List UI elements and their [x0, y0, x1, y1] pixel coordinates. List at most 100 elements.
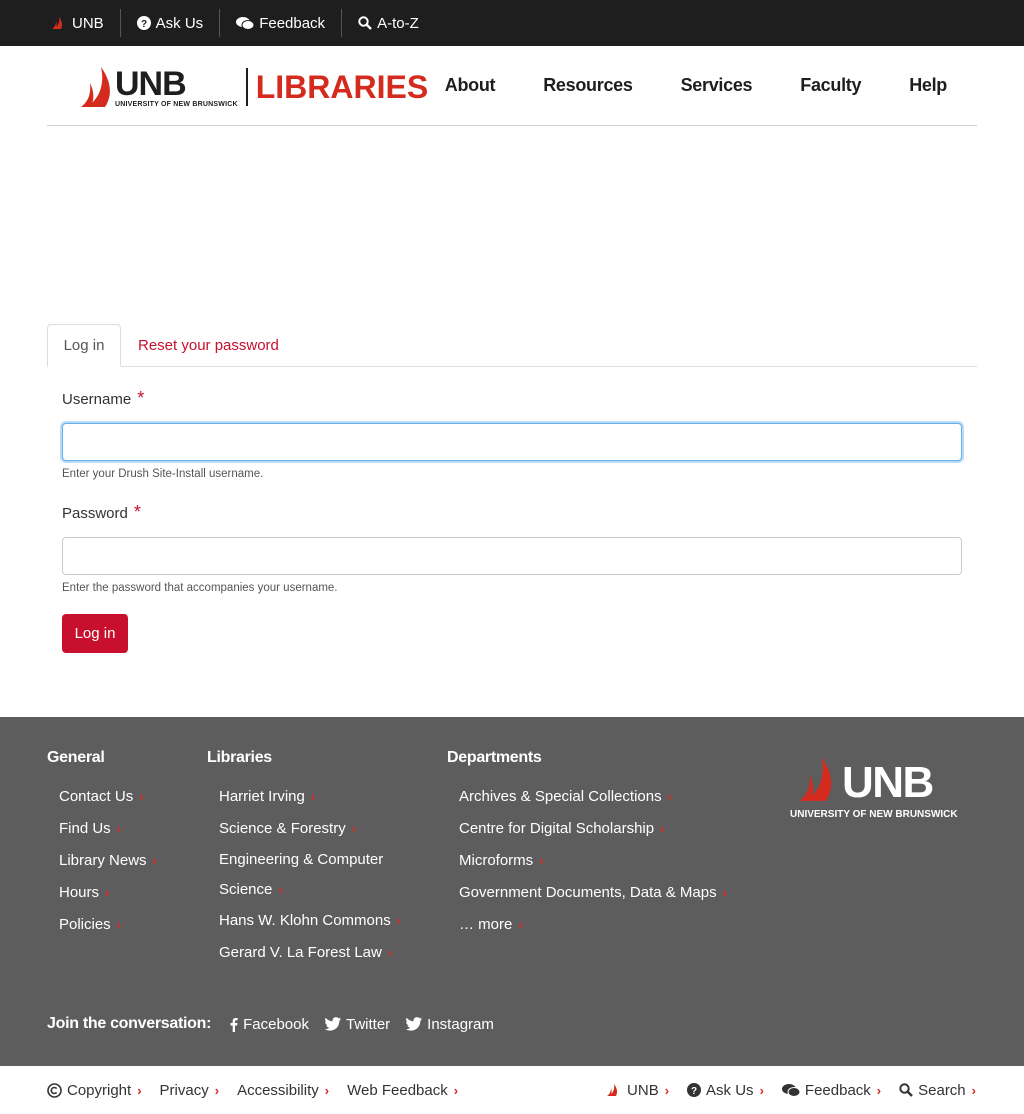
bottom-bar: Copyright › Privacy › Accessibility › Web F… [0, 1066, 1024, 1114]
footer-link-klohn-commons[interactable]: Hans W. Klohn Commons › [207, 905, 407, 937]
chevron-right-icon: › [139, 789, 144, 804]
password-label-text: Password [62, 505, 128, 522]
utility-link-label: Feedback [259, 14, 326, 32]
footer-link-microforms[interactable]: Microforms › [447, 845, 727, 877]
chevron-right-icon: › [876, 1082, 882, 1098]
social-title: Join the conversation: [47, 1015, 212, 1032]
chevron-right-icon: › [722, 885, 727, 900]
chevron-right-icon: › [667, 789, 672, 804]
social-label: Instagram [427, 1015, 494, 1033]
unb-flame-logo-icon [799, 757, 832, 801]
utility-link-feedback[interactable]: Feedback [219, 9, 341, 37]
bottom-link-search[interactable]: Search › [899, 1082, 976, 1099]
social-link-instagram[interactable]: Instagram [406, 1016, 494, 1033]
search-icon [358, 16, 372, 30]
nav-about[interactable]: About [445, 75, 496, 96]
chevron-right-icon: › [518, 917, 523, 932]
bottom-link-web-feedback[interactable]: Web Feedback › [347, 1082, 458, 1099]
footer-link-more[interactable]: … more › [447, 909, 727, 941]
required-marker: * [137, 388, 145, 408]
unb-libraries-logo[interactable]: UNB UNIVERSITY OF NEW BRUNSWICK LIBRARIE… [79, 64, 428, 110]
footer-link-label: Policies [59, 916, 111, 933]
tab-log-in[interactable]: Log in [47, 324, 121, 367]
bottom-link-unb[interactable]: UNB › [606, 1082, 669, 1099]
utility-link-a-to-z[interactable]: A-to-Z [341, 9, 435, 37]
footer-general: General Contact Us › Find Us › Library New… [47, 749, 157, 941]
footer-link-science-forestry[interactable]: Science & Forestry › [207, 813, 407, 845]
chevron-right-icon: › [324, 1082, 330, 1098]
tab-reset-password[interactable]: Reset your password [138, 324, 279, 367]
nav-faculty[interactable]: Faculty [800, 75, 861, 96]
chevron-right-icon: › [278, 882, 283, 897]
log-in-button[interactable]: Log in [62, 614, 128, 653]
footer-link-government-documents[interactable]: Government Documents, Data & Maps › [447, 877, 727, 909]
bottom-link-label: Accessibility [237, 1081, 319, 1099]
utility-links: UNB ? Ask Us Feedback A-to-Z [47, 0, 435, 46]
footer-libraries-title: Libraries [207, 749, 272, 766]
footer-link-label: Hans W. Klohn Commons [219, 912, 391, 929]
chevron-right-icon: › [351, 821, 357, 836]
svg-text:?: ? [141, 19, 147, 30]
bottom-link-privacy[interactable]: Privacy › [160, 1082, 220, 1099]
chevron-right-icon: › [539, 853, 544, 868]
nav-help[interactable]: Help [909, 75, 947, 96]
bottom-link-feedback[interactable]: Feedback › [781, 1082, 882, 1099]
bottom-links-right: UNB › ? Ask Us › Feedback › Search › [588, 1066, 976, 1114]
utility-bar: UNB ? Ask Us Feedback A-to-Z [0, 0, 1024, 46]
footer-link-la-forest-law[interactable]: Gerard V. La Forest Law › [207, 937, 407, 969]
facebook-icon [229, 1017, 238, 1032]
comments-icon [236, 16, 255, 30]
question-circle-icon: ? [136, 16, 151, 30]
unb-flame-icon [606, 1083, 622, 1097]
chevron-right-icon: › [759, 1082, 764, 1098]
bottom-link-copyright[interactable]: Copyright › [47, 1082, 142, 1099]
footer-link-harriet-irving[interactable]: Harriet Irving › [207, 781, 407, 813]
chevron-right-icon: › [396, 913, 402, 928]
chevron-right-icon: › [664, 1082, 670, 1098]
chevron-right-icon: › [214, 1082, 220, 1098]
footer-link-digital-scholarship[interactable]: Centre for Digital Scholarship › [447, 813, 727, 845]
social-link-facebook[interactable]: Facebook [229, 1016, 309, 1033]
chevron-right-icon: › [660, 821, 665, 836]
utility-link-unb[interactable]: UNB [47, 9, 120, 37]
utility-link-ask-us[interactable]: ? Ask Us [119, 9, 220, 37]
utility-link-label: A-to-Z [377, 14, 419, 32]
bottom-link-label: Ask Us [706, 1081, 754, 1099]
footer-link-label: Library News [59, 852, 147, 869]
nav-resources[interactable]: Resources [543, 75, 633, 96]
bottom-link-accessibility[interactable]: Accessibility › [237, 1082, 329, 1099]
instagram-icon [406, 1017, 423, 1031]
copyright-icon [47, 1082, 62, 1098]
footer-link-label: Harriet Irving [219, 788, 305, 805]
footer-link-engineering[interactable]: Engineering & Computer Science › [207, 845, 407, 905]
footer-link-label: Government Documents, Data & Maps [459, 884, 717, 901]
main-nav: About Resources Services Faculty Help [397, 46, 948, 124]
search-icon [899, 1083, 913, 1097]
password-field[interactable] [62, 537, 962, 575]
nav-services[interactable]: Services [681, 75, 753, 96]
chevron-right-icon: › [105, 885, 110, 900]
site-header: UNB UNIVERSITY OF NEW BRUNSWICK LIBRARIE… [47, 46, 977, 126]
logo-divider [245, 68, 248, 106]
bottom-link-label: Web Feedback [347, 1081, 448, 1099]
chevron-right-icon: › [137, 1082, 142, 1098]
username-field[interactable] [62, 423, 962, 461]
footer-link-find-us[interactable]: Find Us › [47, 813, 157, 845]
logo-university-text: UNIVERSITY OF NEW BRUNSWICK [115, 100, 238, 108]
footer-link-hours[interactable]: Hours › [47, 877, 157, 909]
site-footer: General Contact Us › Find Us › Library New… [0, 717, 1024, 1066]
logo-unb-text: UNB [115, 64, 187, 103]
utility-link-label: UNB [72, 14, 104, 32]
bottom-link-ask-us[interactable]: ? Ask Us › [687, 1082, 764, 1099]
bottom-link-label: Copyright [67, 1081, 132, 1099]
footer-link-contact-us[interactable]: Contact Us › [47, 781, 157, 813]
required-marker: * [133, 502, 141, 522]
chevron-right-icon: › [971, 1082, 976, 1098]
footer-unb-logo[interactable]: UNB UNIVERSITY OF NEW BRUNSWICK [790, 757, 958, 820]
footer-link-policies[interactable]: Policies › [47, 909, 157, 941]
footer-link-label: Engineering & Computer Science [219, 851, 384, 898]
footer-link-library-news[interactable]: Library News › [47, 845, 157, 877]
social-link-twitter[interactable]: Twitter [324, 1016, 390, 1033]
footer-link-archives[interactable]: Archives & Special Collections › [447, 781, 727, 813]
unb-flame-logo-icon [81, 67, 110, 107]
